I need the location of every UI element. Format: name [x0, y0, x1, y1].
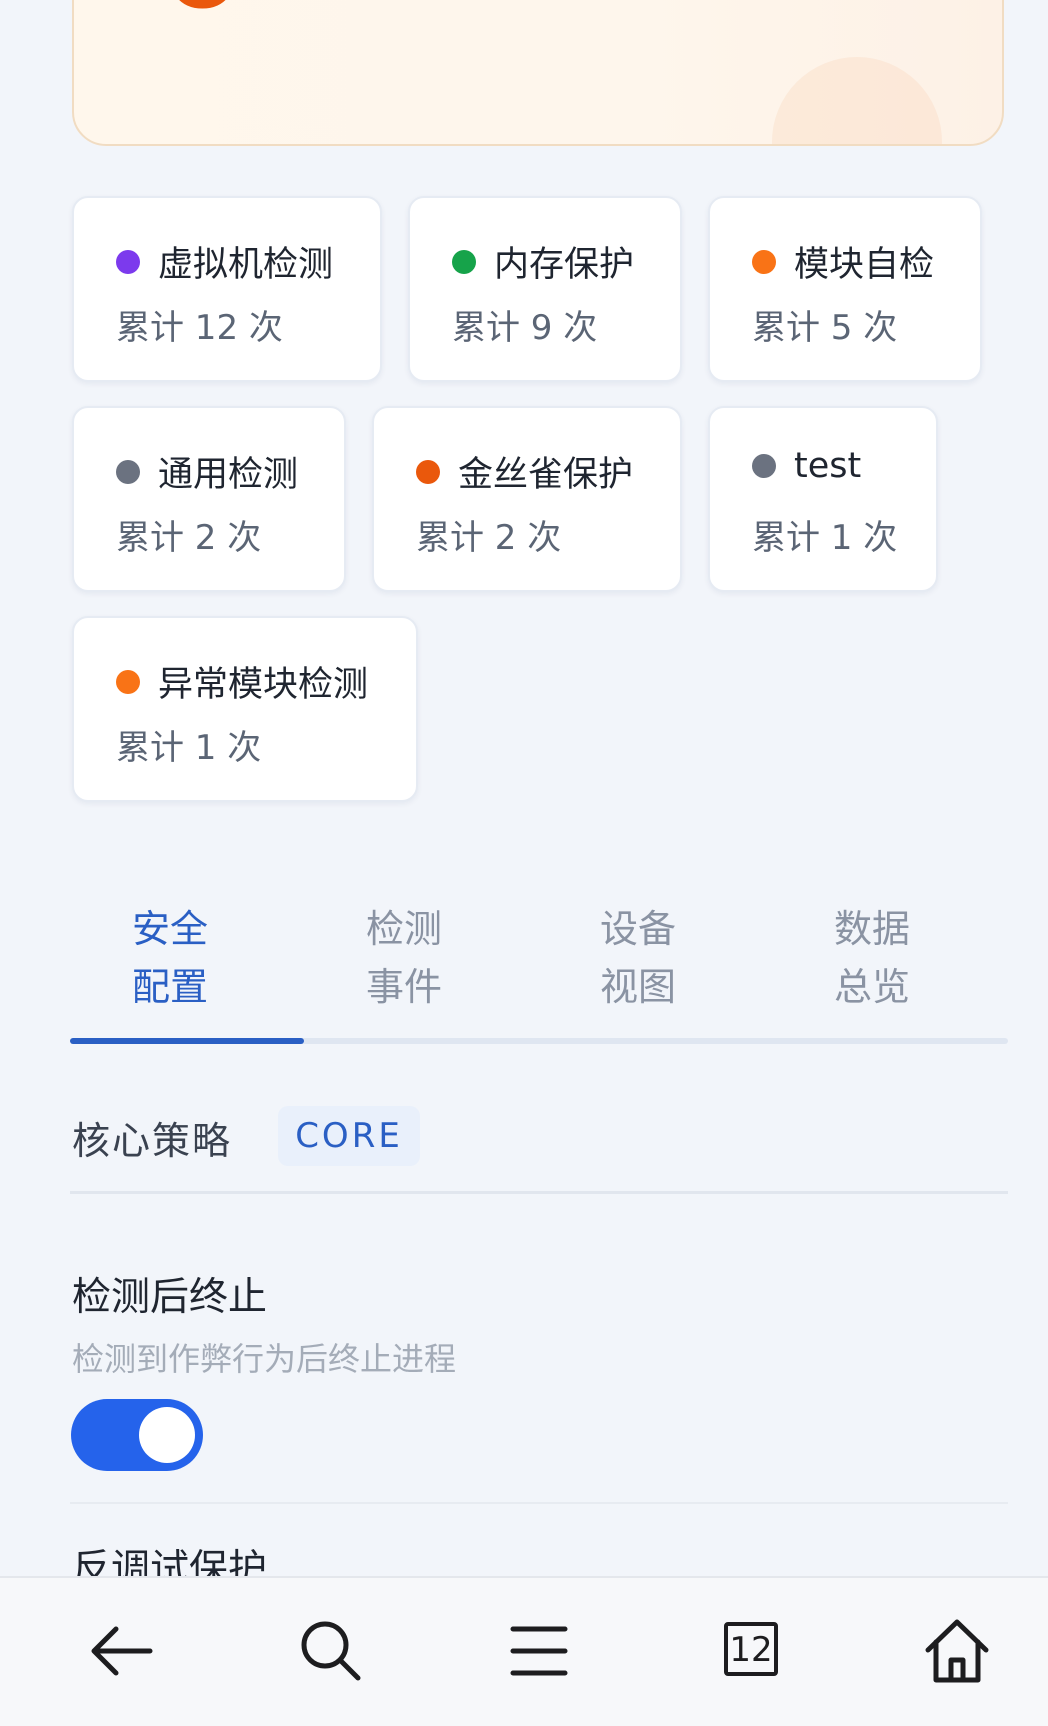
menu-button[interactable] — [494, 1606, 584, 1696]
decorative-blob — [772, 57, 942, 144]
stat-chip-vm-detection[interactable]: 虚拟机检测 累计 12 次 — [72, 196, 382, 382]
stat-name: 通用检测 — [158, 455, 299, 495]
stat-chip-general-detection[interactable]: 通用检测 累计 2 次 — [72, 406, 346, 592]
stat-name: 异常模块检测 — [158, 665, 369, 705]
tab-label: 视图 — [600, 965, 677, 1009]
status-dot — [752, 249, 776, 274]
tab-label: 数据 — [834, 907, 911, 951]
tabs-icon: 12 — [724, 1622, 778, 1676]
stat-count: 累计 1 次 — [752, 518, 898, 558]
setting-desc-terminate: 检测到作弊行为后终止进程 — [72, 1340, 457, 1378]
toggle-knob — [139, 1407, 195, 1463]
tab-label: 安全 — [132, 907, 209, 951]
stat-count: 累计 2 次 — [416, 518, 562, 558]
back-button[interactable] — [76, 1606, 166, 1696]
status-dot — [416, 459, 440, 484]
divider — [70, 1502, 1008, 1504]
section-badge: CORE — [278, 1106, 420, 1166]
setting-title-terminate: 检测后终止 — [72, 1275, 268, 1320]
back-arrow-icon — [91, 1626, 153, 1676]
home-button[interactable] — [912, 1606, 1002, 1696]
search-icon — [301, 1621, 361, 1681]
stat-chip-test[interactable]: test 累计 1 次 — [708, 406, 938, 592]
tab-label: 配置 — [132, 965, 209, 1009]
divider — [70, 1191, 1008, 1194]
status-dot — [452, 249, 476, 274]
tab-detection-events[interactable]: 检测 事件 — [304, 900, 538, 1046]
stat-count: 累计 5 次 — [752, 308, 898, 348]
stat-count: 累计 9 次 — [452, 308, 598, 348]
home-icon — [925, 1619, 989, 1683]
tab-label: 检测 — [366, 907, 443, 951]
status-dot — [752, 454, 776, 478]
summary-card: 0 — [72, 0, 1004, 146]
status-dot — [116, 249, 140, 274]
status-dot — [116, 669, 140, 694]
stat-chip-canary-protection[interactable]: 金丝雀保护 累计 2 次 — [372, 406, 682, 592]
stat-count: 累计 2 次 — [116, 518, 262, 558]
stat-chip-memory-protection[interactable]: 内存保护 累计 9 次 — [408, 196, 682, 382]
stat-chip-abnormal-module[interactable]: 异常模块检测 累计 1 次 — [72, 616, 418, 802]
tab-device-view[interactable]: 设备 视图 — [538, 900, 772, 1046]
stat-count: 累计 1 次 — [116, 728, 262, 768]
stat-name: 内存保护 — [494, 245, 635, 285]
stat-name: 虚拟机检测 — [158, 245, 334, 285]
search-button[interactable] — [286, 1606, 376, 1696]
stat-count: 累计 12 次 — [116, 308, 283, 348]
summary-value: 0 — [162, 0, 243, 26]
tabs-button[interactable]: 12 — [704, 1606, 794, 1696]
stat-name: 模块自检 — [794, 245, 935, 285]
terminate-toggle[interactable] — [71, 1399, 203, 1471]
tab-label: 总览 — [834, 965, 911, 1009]
tab-data-overview[interactable]: 数据 总览 — [772, 900, 1006, 1046]
tab-active-indicator — [70, 1038, 304, 1044]
section-title: 核心策略 — [72, 1119, 233, 1163]
tab-security-config[interactable]: 安全 配置 — [70, 900, 304, 1046]
stat-chip-module-selfcheck[interactable]: 模块自检 累计 5 次 — [708, 196, 982, 382]
stat-name: test — [794, 446, 862, 486]
tab-label: 事件 — [366, 965, 443, 1009]
bottom-nav-bar: 12 — [0, 1576, 1048, 1726]
status-dot — [116, 459, 140, 484]
menu-icon — [510, 1626, 568, 1676]
tab-label: 设备 — [600, 907, 677, 951]
stat-name: 金丝雀保护 — [458, 455, 634, 495]
tab-bar: 安全 配置 检测 事件 设备 视图 数据 总览 — [70, 900, 1008, 1046]
